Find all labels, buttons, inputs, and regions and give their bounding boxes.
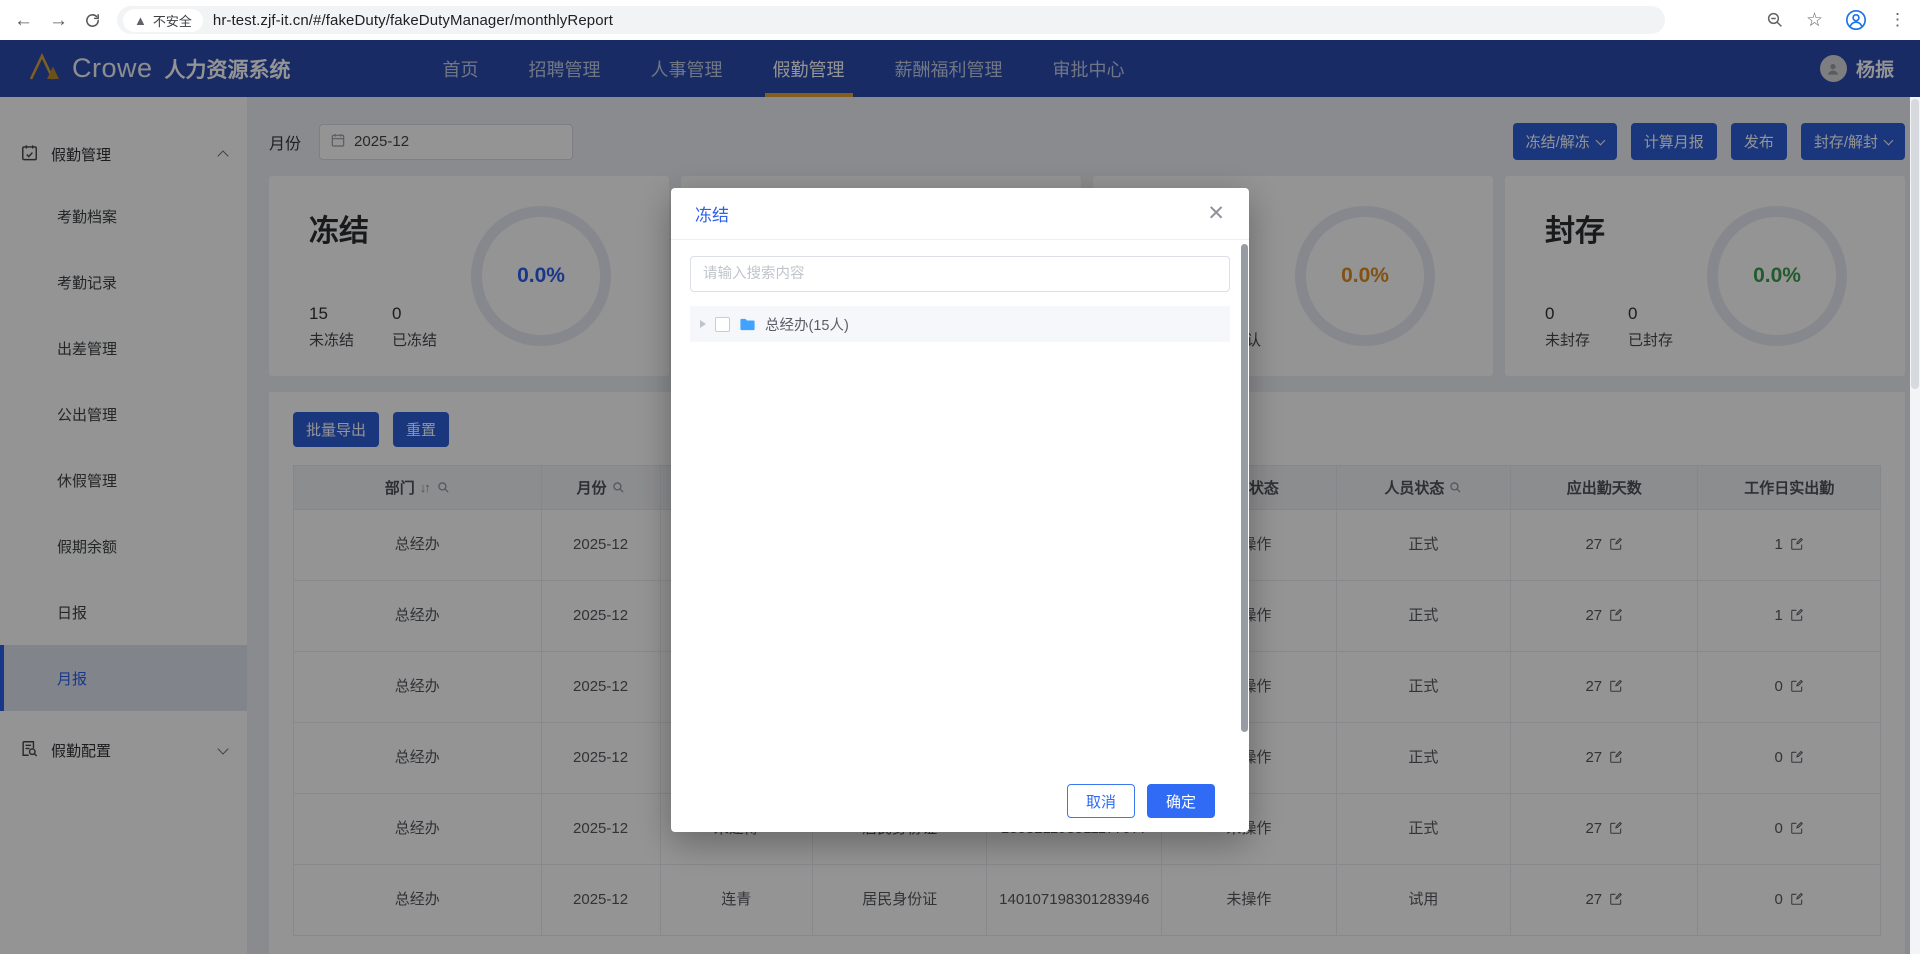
security-badge[interactable]: ▲ 不安全 [123,8,203,32]
confirm-button[interactable]: 确定 [1146,784,1215,818]
reload-icon[interactable] [84,12,101,29]
folder-icon [739,317,756,332]
org-tree: 总经办(15人) [690,306,1230,342]
freeze-dialog: 冻结 ✕ 总经办(15人) 取消 确定 [671,188,1249,832]
caret-right-icon[interactable] [700,320,706,328]
zoom-icon[interactable] [1766,11,1784,29]
bookmark-star-icon[interactable]: ☆ [1806,9,1823,32]
tree-node[interactable]: 总经办(15人) [690,306,1230,342]
warning-icon: ▲ [134,12,147,28]
back-icon[interactable]: ← [14,11,33,30]
tree-checkbox[interactable] [715,316,730,332]
cancel-button[interactable]: 取消 [1066,784,1135,818]
profile-icon[interactable] [1845,9,1867,31]
page-scrollbar-thumb[interactable] [1911,99,1919,389]
url-text: hr-test.zjf-it.cn/#/fakeDuty/fakeDutyMan… [212,11,614,29]
close-icon[interactable]: ✕ [1207,203,1225,224]
dialog-title: 冻结 [695,206,729,225]
menu-dots-icon[interactable]: ⋮ [1889,10,1906,30]
url-bar[interactable]: ▲ 不安全 hr-test.zjf-it.cn/#/fakeDuty/fakeD… [117,6,1665,34]
page-scrollbar[interactable] [1910,97,1920,954]
tree-search-input[interactable] [690,256,1230,292]
forward-icon[interactable]: → [49,11,68,30]
security-badge-label: 不安全 [152,13,192,29]
browser-chrome: ← → ▲ 不安全 hr-test.zjf-it.cn/#/fakeDuty/f… [0,0,1920,40]
tree-node-label: 总经办(15人) [765,317,849,334]
dialog-scrollbar[interactable] [1241,244,1248,732]
